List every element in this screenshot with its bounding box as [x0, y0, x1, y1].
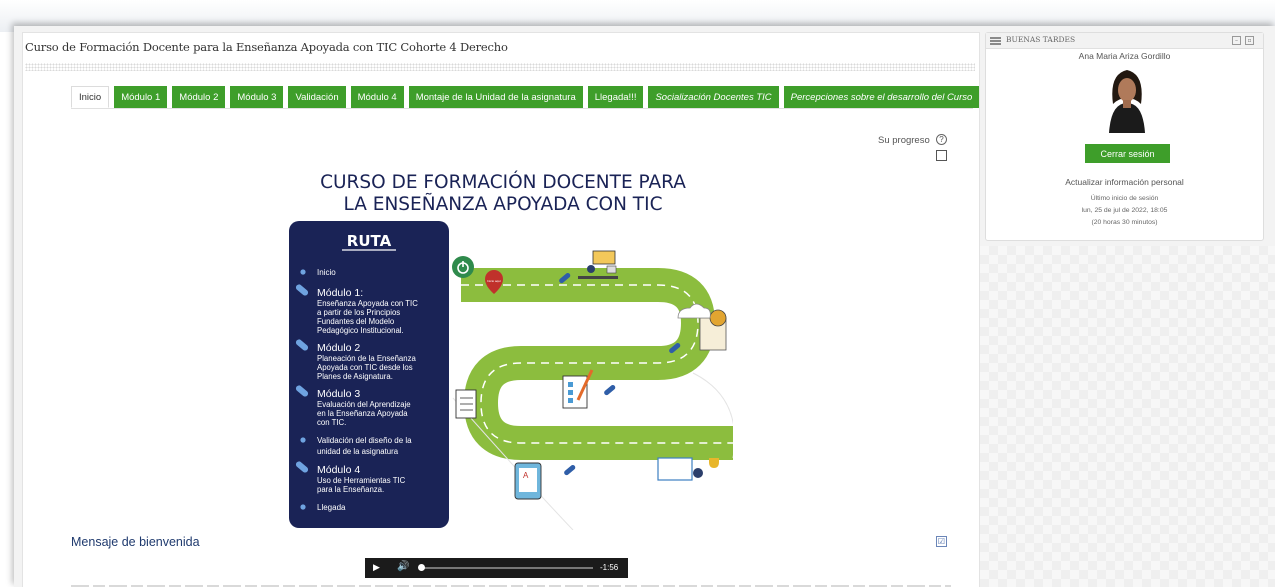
power-icon — [452, 256, 474, 278]
dock-block-icon[interactable]: ▫ — [1245, 36, 1254, 45]
logout-button[interactable]: Cerrar sesión — [1085, 144, 1170, 163]
banner-title-line2: LA ENSEÑANZA APOYADA CON TIC — [344, 193, 663, 215]
tab-8[interactable]: Socialización Docentes TIC — [648, 86, 779, 108]
tab-4[interactable]: Validación — [288, 86, 346, 108]
route-item-line: Planes de Asignatura. — [317, 372, 393, 381]
tab-5[interactable]: Módulo 4 — [350, 86, 404, 108]
route-item-line: Enseñanza Apoyada con TIC — [317, 299, 418, 308]
trophy-graduate-icon — [657, 457, 719, 481]
svg-text:A: A — [523, 471, 529, 480]
route-item-head: Módulo 2 — [317, 342, 360, 354]
route-item-line: Fundantes del Modelo — [317, 317, 395, 326]
welcome-completion-check[interactable]: ☑ — [936, 536, 947, 547]
tab-3[interactable]: Módulo 3 — [230, 86, 284, 108]
tabs-underline — [71, 108, 973, 109]
route-item-head: Módulo 4 — [317, 464, 360, 476]
route-title: RUTA — [347, 232, 392, 250]
route-item-line: en la Enseñanza Apoyada — [317, 409, 408, 418]
hide-block-icon[interactable]: – — [1232, 36, 1241, 45]
tab-6[interactable]: Montaje de la Unidad de la asignatura — [408, 86, 583, 108]
audio-player: ▶ 🔊 -1:56 — [365, 558, 628, 578]
route-item-line: Planeación de la Enseñanza — [317, 354, 416, 363]
last-login-ago: (20 horas 30 minutos) — [1091, 219, 1158, 226]
help-icon[interactable]: ? — [936, 134, 947, 145]
route-item-line: para la Enseñanza. — [317, 485, 384, 494]
user-name: Ana Maria Ariza Gordillo — [1078, 51, 1171, 61]
route-item-line: unidad de la asignatura — [317, 447, 399, 456]
route-item-line: Uso de Herramientas TIC — [317, 476, 406, 485]
tab-1[interactable]: Módulo 1 — [114, 86, 168, 108]
course-main-region: Curso de Formación Docente para la Enseñ… — [22, 32, 980, 587]
route-item-head: Llegada — [317, 503, 346, 512]
course-route-banner: CURSO DE FORMACIÓN DOCENTE PARA LA ENSEÑ… — [289, 171, 733, 530]
welcome-heading: Mensaje de bienvenida — [71, 535, 200, 549]
update-profile-link[interactable]: Actualizar información personal — [986, 177, 1263, 187]
seek-track[interactable] — [421, 567, 593, 569]
road-illustration — [452, 268, 733, 530]
block-move-icon[interactable] — [990, 37, 1001, 45]
tab-0[interactable]: Inicio — [71, 86, 110, 108]
title-divider — [25, 63, 975, 71]
progress-checkbox[interactable] — [936, 150, 947, 161]
route-item-head: Módulo 3 — [317, 388, 360, 400]
time-remaining: -1:56 — [600, 563, 619, 572]
route-item-head: Inicio — [317, 268, 336, 277]
route-item-line: Apoyada con TIC desde los — [317, 363, 413, 372]
tablet-document-icon: A — [514, 462, 542, 500]
block-title: BUENAS TARDES — [1006, 35, 1076, 44]
route-item-line: Evaluación del Aprendizaje — [317, 400, 411, 409]
tab-2[interactable]: Módulo 2 — [172, 86, 226, 108]
route-bullet — [300, 269, 306, 275]
pin-label: Inicio aquí — [487, 279, 501, 283]
progress-label: Su progreso — [878, 135, 930, 146]
route-bullet — [300, 437, 306, 443]
route-item-line: a partir de los Principios — [317, 308, 400, 317]
clipboard-icon — [455, 389, 477, 419]
route-item-head: Módulo 1: — [317, 287, 363, 299]
route-item-line: Pedagógico Institucional. — [317, 326, 404, 335]
page-frame: Curso de Formación Docente para la Enseñ… — [14, 26, 1275, 587]
tab-9[interactable]: Percepciones sobre el desarrollo del Cur… — [783, 86, 980, 108]
seek-knob[interactable] — [418, 564, 425, 571]
sidebar-background — [980, 246, 1275, 587]
course-title: Curso de Formación Docente para la Enseñ… — [25, 40, 508, 54]
route-item-head: Validación del diseño de la — [317, 436, 412, 445]
last-login-date: lun, 25 de jul de 2022, 18:05 — [1081, 207, 1168, 214]
route-bullet — [300, 504, 306, 510]
course-tabs: Inicio Módulo 1 Módulo 2 Módulo 3 Validación… — [71, 86, 980, 108]
play-icon[interactable]: ▶ — [373, 562, 380, 573]
tab-7[interactable]: Llegada!!! — [587, 86, 644, 108]
greeting-block: BUENAS TARDES – ▫ Ana Maria Ariza Gordil… — [985, 32, 1264, 241]
avatar — [1095, 64, 1159, 133]
last-login-label: Último inicio de sesión — [1090, 195, 1159, 202]
banner-title-line1: CURSO DE FORMACIÓN DOCENTE PARA — [320, 171, 686, 193]
route-item-line: con TIC. — [317, 418, 346, 427]
volume-icon[interactable]: 🔊 — [397, 561, 409, 572]
block-header: BUENAS TARDES – ▫ — [986, 33, 1263, 49]
